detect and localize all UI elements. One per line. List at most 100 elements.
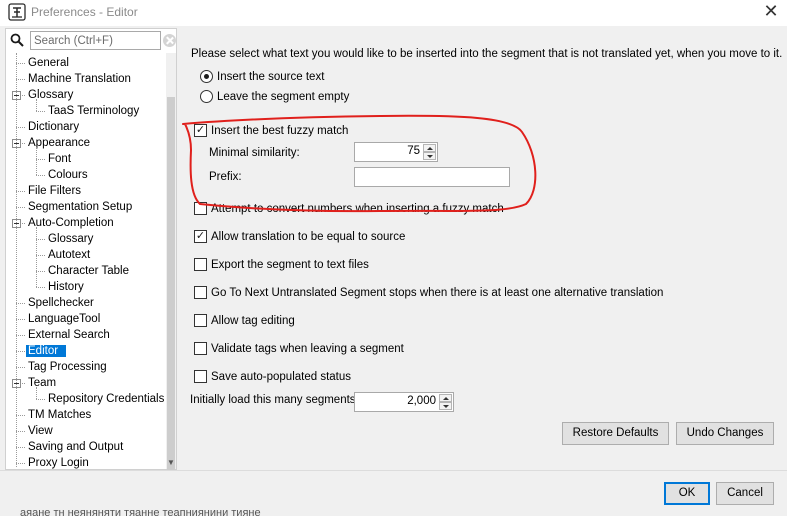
option-checkbox-row[interactable]: Go To Next Untranslated Segment stops wh…	[194, 285, 674, 301]
checkbox[interactable]	[194, 370, 207, 383]
option-checkbox-row[interactable]: Allow tag editing	[194, 313, 674, 329]
tree-connector	[36, 271, 45, 272]
close-icon[interactable]: ✕	[762, 2, 780, 20]
tree-guide	[36, 227, 37, 287]
restore-defaults-button[interactable]: Restore Defaults	[562, 422, 669, 445]
tree-connector	[16, 335, 25, 336]
tree-item[interactable]: Glossary	[46, 231, 95, 247]
tree-connector	[36, 159, 45, 160]
tree-item[interactable]: View	[26, 423, 55, 439]
tree-connector	[16, 63, 25, 64]
tree-item[interactable]: Team	[26, 375, 58, 391]
tree-item[interactable]: Spellchecker	[26, 295, 96, 311]
tree-connector	[36, 255, 45, 256]
option-checkbox-row[interactable]: ✓ Allow translation to be equal to source	[194, 229, 674, 245]
tree-connector	[16, 303, 25, 304]
checkbox-label: Allow translation to be equal to source	[211, 231, 406, 243]
checkbox[interactable]	[194, 342, 207, 355]
tree-item[interactable]: History	[46, 279, 86, 295]
checkbox[interactable]	[194, 286, 207, 299]
tree-item-label: Segmentation Setup	[28, 201, 133, 213]
checkbox[interactable]: ✓	[194, 230, 207, 243]
spin-up-icon[interactable]	[439, 394, 452, 402]
tree-item-label: TaaS Terminology	[48, 105, 140, 117]
tree-connector	[16, 431, 25, 432]
tree-item[interactable]: Autotext	[46, 247, 92, 263]
checkbox-label: Save auto-populated status	[211, 371, 352, 383]
spin-down-icon[interactable]	[439, 402, 452, 410]
radio-button[interactable]	[200, 90, 213, 103]
checkbox[interactable]	[194, 202, 207, 215]
tree-guide	[36, 147, 37, 175]
tree-item[interactable]: File Filters	[26, 183, 83, 199]
checkbox-label: Export the segment to text files	[211, 259, 369, 271]
spin-down-icon[interactable]	[423, 152, 436, 160]
cancel-button[interactable]: Cancel	[716, 482, 774, 505]
load-segments-spinner[interactable]: 2,000	[354, 392, 454, 412]
tree-item[interactable]: Dictionary	[26, 119, 81, 135]
search-input[interactable]	[30, 31, 161, 50]
checkbox-label: Attempt to convert numbers when insertin…	[211, 203, 504, 215]
tree-item[interactable]: LanguageTool	[26, 311, 102, 327]
tree-item[interactable]: External Search	[26, 327, 112, 343]
option-checkbox-row[interactable]: Validate tags when leaving a segment	[194, 341, 674, 357]
tree-item[interactable]: TaaS Terminology	[46, 103, 141, 119]
tree-item-label: Team	[28, 377, 57, 389]
tree-item[interactable]: Colours	[46, 167, 90, 183]
tree-connector	[16, 447, 25, 448]
ok-button[interactable]: OK	[664, 482, 710, 505]
tree-item[interactable]: Character Table	[46, 263, 131, 279]
radio-insert-source[interactable]: Insert the source text	[200, 69, 400, 85]
checkbox[interactable]	[194, 258, 207, 271]
clear-search-icon[interactable]	[163, 34, 176, 47]
spin-up-icon[interactable]	[423, 144, 436, 152]
sidebar-scrollbar[interactable]: ▼	[166, 53, 176, 471]
spinner-buttons	[423, 144, 436, 160]
tree-item[interactable]: Tag Processing	[26, 359, 109, 375]
tree-item-label: Glossary	[28, 89, 74, 101]
tree-item[interactable]: Saving and Output	[26, 439, 125, 455]
tree-connector	[36, 175, 45, 176]
option-checkbox-row[interactable]: Save auto-populated status	[194, 369, 674, 385]
checkbox[interactable]: ✓	[194, 124, 207, 137]
checkbox[interactable]	[194, 314, 207, 327]
tree-item[interactable]: Editor	[26, 343, 67, 359]
tree-item[interactable]: Machine Translation	[26, 71, 133, 87]
tree-item[interactable]: Glossary	[26, 87, 75, 103]
option-checkbox-row[interactable]: Attempt to convert numbers when insertin…	[194, 201, 674, 217]
min-similarity-spinner[interactable]: 75	[354, 142, 438, 162]
scrollbar-thumb[interactable]	[167, 97, 175, 471]
tree-item[interactable]: TM Matches	[26, 407, 93, 423]
tree-connector	[16, 191, 25, 192]
tree-item-label: Colours	[48, 169, 88, 181]
dialog-footer: OK Cancel аяане тн неяняняти тяанне теап…	[0, 470, 787, 516]
tree-item-label: Saving and Output	[28, 441, 124, 453]
tree-item[interactable]: General	[26, 55, 71, 71]
tree-item-label: Editor	[26, 345, 67, 357]
tree-guide	[36, 99, 37, 111]
tree-item-label: Glossary	[48, 233, 94, 245]
app-icon	[8, 3, 26, 21]
checkbox-fuzzy-match[interactable]: ✓ Insert the best fuzzy match	[194, 123, 414, 139]
prefix-input[interactable]	[354, 167, 510, 187]
tree-item[interactable]: Proxy Login	[26, 455, 91, 469]
scroll-down-icon[interactable]: ▼	[167, 458, 175, 468]
tree-item[interactable]: Repository Credentials	[46, 391, 166, 407]
tree-connector	[36, 111, 45, 112]
option-checkbox-row[interactable]: Export the segment to text files	[194, 257, 674, 273]
tree-connector	[16, 127, 25, 128]
undo-changes-button[interactable]: Undo Changes	[676, 422, 774, 445]
window-title: Preferences - Editor	[31, 5, 138, 19]
tree-connector	[16, 351, 25, 352]
tree-item[interactable]: Auto-Completion	[26, 215, 116, 231]
min-similarity-value: 75	[407, 145, 420, 157]
tree-item[interactable]: Font	[46, 151, 73, 167]
search-row	[6, 29, 176, 53]
tree-item-label: TM Matches	[28, 409, 92, 421]
checkbox-label: Insert the best fuzzy match	[211, 125, 349, 137]
radio-button[interactable]	[200, 70, 213, 83]
tree-item[interactable]: Segmentation Setup	[26, 199, 134, 215]
tree-connector	[16, 415, 25, 416]
radio-leave-empty[interactable]: Leave the segment empty	[200, 89, 400, 105]
sidebar: General Machine Translation Glossary TaaS T…	[5, 28, 177, 471]
